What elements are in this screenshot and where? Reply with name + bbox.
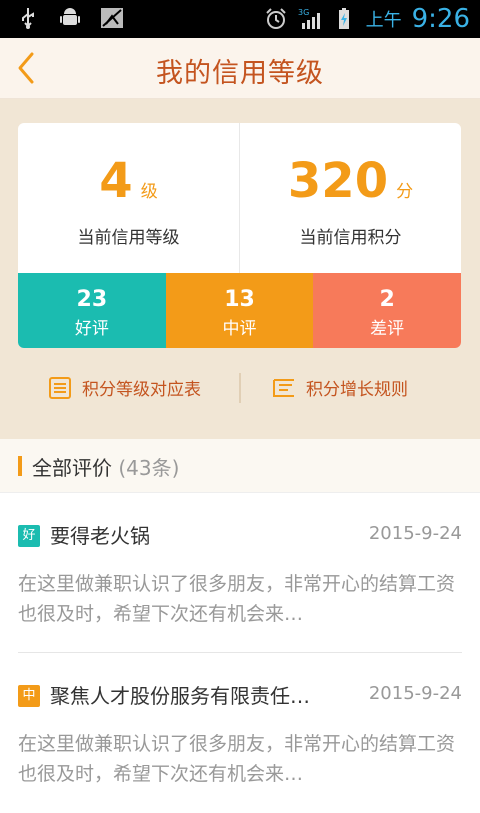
status-ampm: 上午 [365, 10, 402, 31]
review-item[interactable]: 中 聚焦人才股份服务有限责任… 2015-9-24 在这里做兼职认识了很多朋友，… [0, 653, 480, 813]
rating-bad-count: 2 [379, 287, 395, 312]
credit-level-label: 当前信用等级 [77, 228, 180, 248]
page-title: 我的信用等级 [156, 58, 324, 89]
credit-level-stat: 4级 当前信用等级 [18, 123, 239, 273]
review-content: 在这里做兼职认识了很多朋友，非常开心的结算工资也很及时，希望下次还有机会来… [18, 733, 456, 785]
credit-points-unit: 分 [396, 182, 414, 202]
status-time: 9:26 [411, 4, 470, 34]
status-bar: 3G 上午 9:26 [0, 0, 480, 38]
rating-bad[interactable]: 2 差评 [313, 273, 461, 348]
credit-points-stat: 320 分 当前信用积分 [240, 123, 461, 273]
rules-icon [273, 378, 294, 397]
section-title: 全部评价 (43条) [32, 452, 179, 481]
review-content: 在这里做兼职认识了很多朋友，非常开心的结算工资也很及时，希望下次还有机会来… [18, 573, 456, 625]
links-divider [239, 373, 241, 403]
points-growth-rules-link[interactable]: 积分增长规则 [272, 375, 408, 400]
points-level-table-label: 积分等级对应表 [82, 380, 201, 400]
usb-icon [22, 8, 34, 29]
title-bar: 我的信用等级 [0, 38, 480, 99]
signal-icon: 3G [298, 8, 320, 29]
review-badge-neutral: 中 [18, 685, 40, 707]
points-level-table-link[interactable]: 积分等级对应表 [48, 375, 201, 400]
credit-level-value: 4 [99, 153, 133, 209]
battery-charging-icon [338, 8, 349, 29]
rating-neutral[interactable]: 13 中评 [165, 273, 314, 348]
section-count: (43条) [118, 456, 180, 480]
review-company: 聚焦人才股份服务有限责任… [50, 684, 310, 708]
alarm-icon [265, 8, 286, 29]
no-signal-icon [101, 8, 123, 28]
credit-summary: 4级 当前信用等级 320 分 当前信用积分 23 好评 13 中评 2 差评 [0, 99, 480, 439]
rating-counts: 23 好评 13 中评 2 差评 [18, 273, 461, 348]
section-accent-bar [18, 456, 22, 476]
credit-links: 积分等级对应表 积分增长规则 [0, 369, 480, 409]
credit-points-label: 当前信用积分 [299, 228, 402, 248]
credit-card: 4级 当前信用等级 320 分 当前信用积分 23 好评 13 中评 2 差评 [18, 123, 461, 348]
rating-bad-label: 差评 [370, 319, 405, 339]
section-title-text: 全部评价 [32, 456, 112, 480]
rating-neutral-label: 中评 [222, 319, 257, 339]
rating-good-label: 好评 [74, 319, 109, 339]
rating-neutral-count: 13 [224, 287, 255, 312]
rating-good[interactable]: 23 好评 [18, 273, 166, 348]
review-date: 2015-9-24 [368, 683, 462, 704]
review-company: 要得老火锅 [50, 524, 150, 548]
credit-level-unit: 级 [140, 182, 158, 202]
network-type: 3G [298, 8, 309, 17]
review-item[interactable]: 好 要得老火锅 2015-9-24 在这里做兼职认识了很多朋友，非常开心的结算工… [0, 493, 480, 653]
rating-good-count: 23 [76, 287, 108, 312]
review-date: 2015-9-24 [368, 523, 462, 544]
reviews-section-header: 全部评价 (43条) [0, 439, 480, 493]
points-growth-rules-label: 积分增长规则 [306, 380, 408, 400]
list-table-icon [49, 376, 71, 399]
android-icon [60, 8, 80, 25]
review-badge-good: 好 [18, 525, 40, 547]
credit-points-value: 320 [287, 153, 389, 209]
